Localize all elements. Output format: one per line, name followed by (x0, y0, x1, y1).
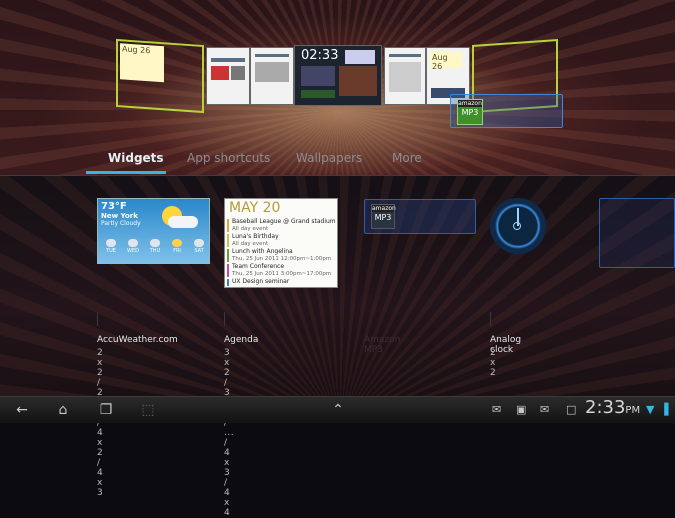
email-icon[interactable]: ✉ (540, 403, 549, 417)
gmail-icon[interactable]: ✉ (492, 403, 501, 417)
divider-tick (97, 312, 98, 326)
battery-icon[interactable]: ▐ (660, 403, 668, 417)
home-screen-thumb-2[interactable] (250, 47, 294, 105)
weather-day: TUE (101, 239, 121, 254)
amazon-mp3-icon: amazon MP3 (457, 99, 483, 125)
agenda-event: UX Design seminar (227, 278, 340, 286)
accuweather-preview[interactable]: 73°F New York Partly Cloudy TUE WED THU … (97, 198, 210, 264)
agenda-event: Lunch with Angelina Thu, 25 Jun 2011 12:0… (227, 248, 340, 262)
weather-day: FRI (167, 239, 187, 254)
agenda-date: MAY 20 (229, 200, 281, 216)
home-screens-carousel[interactable]: Aug 26 02:33 Aug 26 amazon MP3 (0, 0, 675, 140)
agenda-event: Baseball League @ Grand stadium All day e… (227, 218, 340, 232)
weather-city: New York (101, 212, 138, 220)
widget-name: AccuWeather.com (97, 335, 178, 345)
tab-app-shortcuts[interactable]: App shortcuts (187, 151, 270, 165)
widget-name: Amazon MP3 (364, 335, 401, 355)
divider-tick (224, 312, 225, 326)
weather-day: WED (123, 239, 143, 254)
sticky-note-right: Aug 26 (430, 52, 462, 71)
status-clock[interactable]: 2:33PM (585, 397, 640, 418)
weather-condition: Partly Cloudy (101, 220, 141, 227)
tab-wallpapers[interactable]: Wallpapers (296, 151, 362, 165)
clock-pivot (513, 222, 521, 230)
wifi-icon[interactable]: ▼ (646, 403, 654, 417)
home-screen-thumb-center[interactable]: 02:33 (294, 45, 382, 106)
tab-more[interactable]: More (392, 151, 422, 165)
weather-day: THU (145, 239, 165, 254)
dragged-mp3-widget[interactable]: amazon MP3 (450, 94, 563, 128)
widget-gallery[interactable]: 73°F New York Partly Cloudy TUE WED THU … (0, 176, 675, 518)
divider-tick (490, 312, 491, 326)
agenda-event: Luna's Birthday All day event (227, 233, 340, 247)
analog-clock-preview[interactable] (490, 198, 546, 254)
agenda-preview[interactable]: MAY 20 Baseball League @ Grand stadium Al… (224, 198, 338, 288)
tab-widgets[interactable]: Widgets (108, 151, 164, 165)
screenshot-icon[interactable]: ⬚ (136, 401, 160, 419)
home-screen-outline-left[interactable]: Aug 26 (116, 38, 204, 114)
briefcase-icon[interactable]: ▣ (516, 403, 526, 417)
home-icon[interactable]: ⌂ (50, 401, 76, 419)
thumb-clock: 02:33 (301, 48, 339, 63)
widget-name: Agenda (224, 335, 259, 345)
weather-day: SAT (189, 239, 209, 254)
widget-sizes: 2 x 2 (490, 348, 497, 378)
amazon-mp3-icon: amazon MP3 (371, 204, 396, 229)
widget-sizes: 3 x 2 / 3 x 3 / ... / 4 x 3 / 4 x 4 (224, 348, 235, 518)
widget-partial-preview[interactable] (599, 198, 675, 268)
active-tab-indicator (86, 171, 166, 174)
weather-temp: 73°F (101, 201, 127, 212)
system-bar: ← ⌂ ❐ ⬚ ⌃ ✉ ▣ ✉ □ 2:33PM ▼ ▐ (0, 396, 675, 423)
recent-apps-icon[interactable]: ❐ (94, 401, 118, 419)
amazon-mp3-preview[interactable]: amazon MP3 (364, 199, 476, 234)
sticky-note: Aug 26 (120, 43, 164, 83)
chevron-up-icon[interactable]: ⌃ (326, 401, 350, 419)
cloud-icon (168, 216, 198, 228)
widget-sizes: 2 x 2 / 2 x 3 / 4 x 2 / 4 x 3 (97, 348, 104, 498)
home-screen-thumb-3[interactable] (384, 47, 426, 105)
calendar-icon[interactable]: □ (566, 403, 576, 417)
agenda-event: Team Conference Thu, 25 Jun 2011 3:00pm~1… (227, 263, 340, 277)
back-icon[interactable]: ← (10, 401, 34, 419)
home-screen-thumb-1[interactable] (206, 47, 250, 105)
category-tabs: Widgets App shortcuts Wallpapers More (0, 143, 675, 177)
